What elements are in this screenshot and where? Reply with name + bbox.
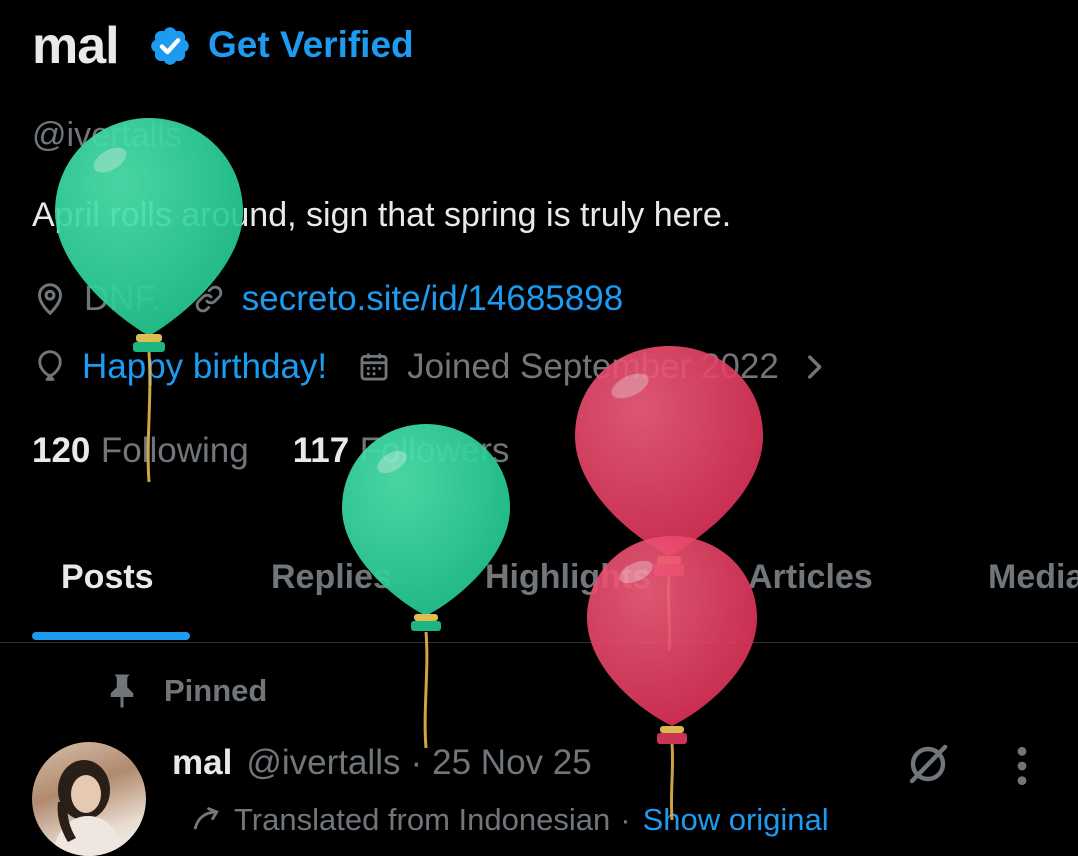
profile-handle: @ivertalls (32, 116, 182, 154)
tab-articles[interactable]: Articles (748, 558, 873, 597)
profile-birthday-link[interactable]: Happy birthday! (82, 347, 327, 387)
following-link[interactable]: 120 Following (32, 431, 249, 471)
translation-notice: Translated from Indonesian · Show origin… (190, 800, 829, 840)
followers-label: Followers (359, 431, 510, 470)
post-separator: · (410, 743, 423, 782)
profile-stats: 120 Following 117 Followers (32, 428, 509, 474)
followers-link[interactable]: 117 Followers (293, 431, 510, 471)
pinned-indicator: Pinned (104, 668, 267, 714)
profile-tabs: Posts Replies Highlights Articles Media (0, 548, 1078, 643)
grok-icon[interactable] (904, 740, 952, 788)
tab-posts[interactable]: Posts (61, 558, 154, 597)
following-label: Following (100, 431, 249, 470)
post-author-name[interactable]: mal (172, 743, 232, 783)
avatar[interactable] (32, 742, 146, 856)
chevron-right-icon[interactable] (801, 350, 827, 384)
tab-media[interactable]: Media (988, 558, 1078, 597)
post-author-handle[interactable]: @ivertalls (246, 743, 400, 783)
profile-bio: April rolls around, sign that spring is … (32, 196, 732, 234)
profile-name: mal (32, 17, 120, 75)
profile-meta-row-location: DNF. secreto.site/id/14685898 (32, 276, 623, 322)
active-tab-indicator (32, 632, 190, 640)
pin-icon (110, 674, 134, 708)
balloon-icon (38, 350, 62, 381)
tab-highlights[interactable]: Highlights (485, 558, 651, 597)
profile-joined-date: Joined September 2022 (407, 347, 779, 386)
calendar-icon (360, 353, 388, 381)
location-pin-icon (37, 283, 63, 316)
post-date[interactable]: 25 Nov 25 (432, 743, 592, 783)
profile-website-link[interactable]: secreto.site/id/14685898 (242, 279, 623, 319)
followers-count: 117 (292, 431, 350, 470)
link-icon (195, 285, 223, 313)
show-original-link[interactable]: Show original (643, 802, 829, 838)
profile-location: DNF. (84, 279, 162, 318)
get-verified-link[interactable]: Get Verified (208, 24, 414, 66)
verified-badge-icon[interactable] (148, 24, 192, 68)
following-count: 120 (32, 431, 91, 470)
translate-icon (193, 807, 219, 830)
pinned-label: Pinned (164, 673, 268, 708)
post-header: mal @ivertalls · 25 Nov 25 (172, 738, 592, 788)
tab-replies[interactable]: Replies (271, 558, 392, 597)
profile-meta-row-dates: Happy birthday! Joined September 2022 (32, 344, 827, 390)
translated-from-label: Translated from Indonesian (234, 802, 611, 837)
more-vertical-icon[interactable] (1006, 744, 1038, 788)
